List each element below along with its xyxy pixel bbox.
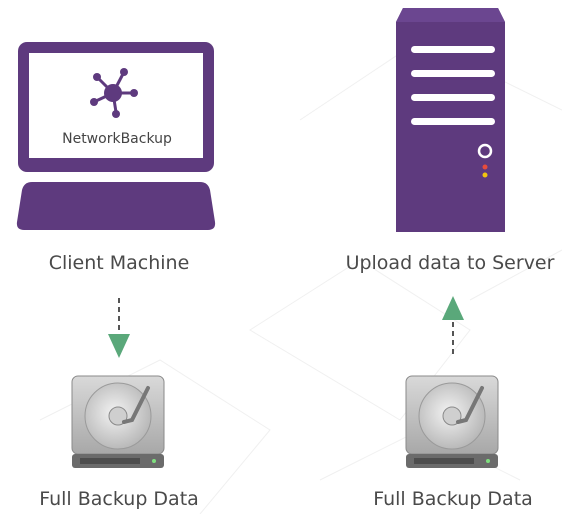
app-name-label: NetworkBackup [62,131,172,147]
client-machine-label: Client Machine [48,252,190,274]
upload-server-label: Upload data to Server [345,252,555,274]
network-nodes-icon [90,68,138,118]
right-backup-label: Full Backup Data [373,488,533,510]
arrow-up-icon [442,296,464,354]
server-tower-icon [396,8,505,232]
left-backup-label: Full Backup Data [39,488,199,510]
hard-drive-icon [71,375,165,468]
arrow-down-icon [108,298,130,358]
hard-drive-icon [405,375,499,468]
